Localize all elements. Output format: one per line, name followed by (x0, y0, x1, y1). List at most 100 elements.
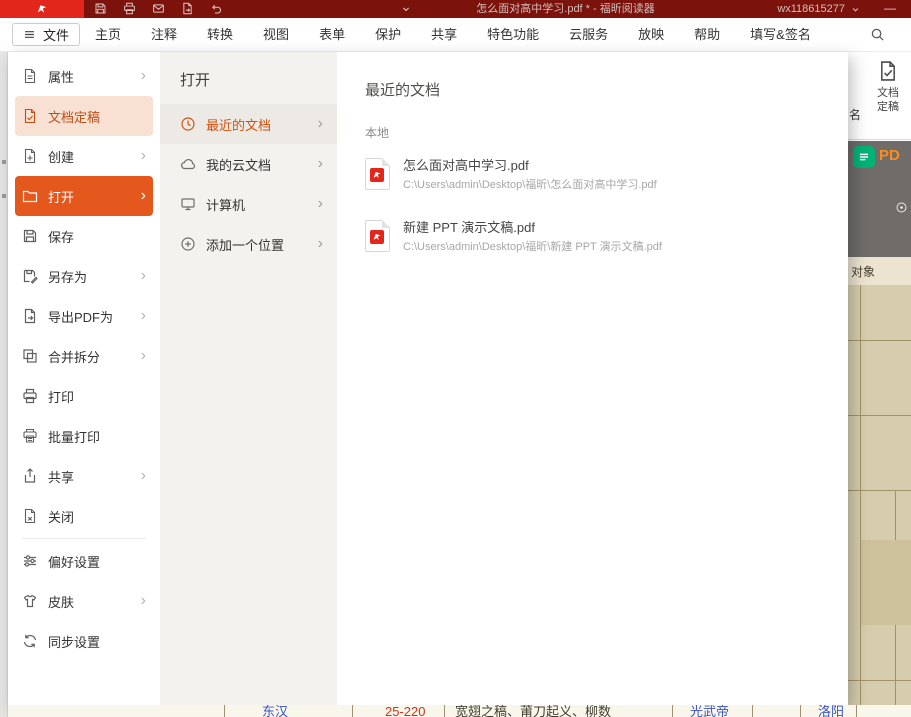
file-menu-item-finalize[interactable]: 文档定稿 (15, 96, 153, 136)
foxit-emblem-icon (370, 230, 384, 244)
open-panel-item-add-location[interactable]: 添加一个位置› (160, 224, 337, 264)
skin-icon (22, 593, 38, 609)
page-fold (382, 158, 390, 166)
table-border (352, 705, 353, 717)
file-name: 新建 PPT 演示文稿.pdf (403, 220, 662, 236)
doc-check-icon (877, 60, 899, 82)
open-panel-item-label: 我的云文档 (206, 155, 318, 174)
file-menu-item-open[interactable]: 打开› (15, 176, 153, 216)
account-name[interactable]: wx118615277 (777, 0, 845, 18)
submenu-arrow-icon: › (318, 156, 323, 172)
pdf-file-icon (365, 158, 390, 190)
file-menu-item-print[interactable]: 打印 (15, 376, 153, 416)
file-menu-button-label: 文件 (43, 25, 69, 44)
create-icon (22, 148, 38, 164)
sidebar-icon-fragment (2, 194, 6, 198)
account-chevron-icon[interactable] (850, 4, 861, 15)
mail-icon[interactable] (152, 2, 165, 15)
recent-documents-title: 最近的文档 (365, 82, 824, 100)
file-menu-item-properties[interactable]: 属性› (15, 56, 153, 96)
save-icon[interactable] (94, 2, 107, 15)
table-border (672, 705, 673, 717)
file-menu-item-sync-settings[interactable]: 同步设置 (15, 621, 153, 661)
file-menu-item-create[interactable]: 创建› (15, 136, 153, 176)
foxit-emblem-icon (370, 168, 384, 182)
search-icon[interactable] (870, 27, 885, 42)
undo-icon[interactable] (210, 2, 223, 15)
menu-tab-7[interactable]: 特色功能 (472, 18, 554, 51)
menu-tab-9[interactable]: 放映 (623, 18, 679, 51)
nav-sidebar-fragment (0, 52, 8, 717)
file-menu-item-save-as[interactable]: 另存为› (15, 256, 153, 296)
foxit-logo-icon (36, 3, 48, 15)
finalize-icon (22, 108, 38, 124)
menu-tab-4[interactable]: 表单 (304, 18, 360, 51)
file-menu-item-label: 合并拆分 (48, 347, 137, 366)
doc-cell-capital: 洛阳 (818, 705, 844, 717)
file-menu-item-save[interactable]: 保存 (15, 216, 153, 256)
menu-tab-3[interactable]: 视图 (248, 18, 304, 51)
table-border (848, 340, 911, 341)
closefile-icon (22, 508, 38, 524)
menu-tab-0[interactable]: 主页 (80, 18, 136, 51)
export-icon[interactable] (181, 2, 194, 15)
open-panel-item-label: 计算机 (206, 195, 318, 214)
circle-dot-icon[interactable] (895, 201, 908, 214)
menu-tab-1[interactable]: 注释 (136, 18, 192, 51)
clock-icon (180, 116, 196, 132)
window-title: 怎么面对高中学习.pdf * - 福昕阅读器 (380, 0, 751, 18)
preferences-icon (22, 553, 38, 569)
bird-icon (372, 170, 382, 180)
object-panel-fragment: 对象 (848, 257, 911, 285)
file-info: 怎么面对高中学习.pdfC:\Users\admin\Desktop\福昕\怎么… (403, 158, 657, 192)
file-path: C:\Users\admin\Desktop\福昕\新建 PPT 演示文稿.pd… (403, 241, 662, 254)
app-logo[interactable] (0, 0, 84, 18)
file-menu-item-skin[interactable]: 皮肤› (15, 581, 153, 621)
bird-icon (372, 232, 382, 242)
submenu-arrow-icon: › (141, 468, 146, 484)
open-panel-list: 最近的文档›我的云文档›计算机›添加一个位置› (160, 104, 337, 264)
menu-tab-8[interactable]: 云服务 (554, 18, 623, 51)
cloud-icon (180, 156, 196, 172)
file-menu-item-label: 保存 (48, 227, 146, 246)
recent-file-row[interactable]: 新建 PPT 演示文稿.pdf C:\Users\admin\Desktop\福昕… (365, 206, 824, 268)
recent-file-row[interactable]: 怎么面对高中学习.pdfC:\Users\admin\Desktop\福昕\怎么… (365, 144, 824, 206)
doc-cell-events: 宽翅之稿、莆刀起义、柳数 (455, 705, 611, 717)
doc-cell-dynasty: 东汉 (262, 705, 288, 717)
file-menu-button[interactable]: 文件 (12, 23, 80, 46)
menu-tab-11[interactable]: 填写&签名 (735, 18, 826, 51)
menu-tabs: 主页注释转换视图表单保护共享特色功能云服务放映帮助填写&签名 (80, 18, 826, 51)
menu-tab-6[interactable]: 共享 (416, 18, 472, 51)
menu-tab-5[interactable]: 保护 (360, 18, 416, 51)
doc-cell-years: 25-220 (385, 705, 425, 717)
file-menu-item-preferences[interactable]: 偏好设置 (15, 541, 153, 581)
submenu-arrow-icon: › (318, 196, 323, 212)
add-location-icon (180, 236, 196, 252)
computer-icon (180, 196, 196, 212)
table-border (860, 285, 861, 705)
document-page-fragment (848, 285, 911, 705)
share-icon (22, 468, 38, 484)
app-window: 名 文档 定稿 PD 对象 (0, 0, 911, 717)
titlebar: 怎么面对高中学习.pdf * - 福昕阅读器 wx118615277 — (0, 0, 911, 18)
pdf-lines-icon (857, 150, 871, 164)
file-menu-item-close[interactable]: 关闭 (15, 496, 153, 536)
file-menu-panel: 属性›文档定稿创建›打开›保存另存为›导出PDF为›合并拆分›打印批量打印共享›… (8, 52, 160, 705)
menu-tab-2[interactable]: 转换 (192, 18, 248, 51)
open-panel-item-computer[interactable]: 计算机› (160, 184, 337, 224)
file-menu-item-export-pdf[interactable]: 导出PDF为› (15, 296, 153, 336)
file-menu-item-batch-print[interactable]: 批量打印 (15, 416, 153, 456)
file-menu-item-label: 另存为 (48, 267, 137, 286)
pdf-service-badge[interactable] (853, 146, 875, 168)
hamburger-icon (23, 28, 36, 41)
minimize-button[interactable]: — (879, 0, 901, 18)
table-border (800, 705, 801, 717)
exportpdf-icon (22, 308, 38, 324)
document-finalize-ribbon-button[interactable]: 文档 定稿 (868, 60, 908, 114)
file-menu-item-merge-split[interactable]: 合并拆分› (15, 336, 153, 376)
file-menu-item-share[interactable]: 共享› (15, 456, 153, 496)
open-panel-item-cloud[interactable]: 我的云文档› (160, 144, 337, 184)
open-panel-item-recent[interactable]: 最近的文档› (160, 104, 337, 144)
print-icon[interactable] (123, 2, 136, 15)
menu-tab-10[interactable]: 帮助 (679, 18, 735, 51)
